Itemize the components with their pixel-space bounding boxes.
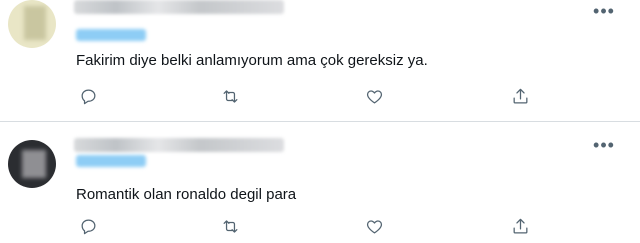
reply-icon <box>81 89 95 104</box>
replying-to-line-redacted <box>76 26 263 42</box>
tweet-text: Romantik olan ronaldo degil para <box>76 186 297 203</box>
share-button[interactable] <box>508 84 532 108</box>
tweet-text: Fakirim diye belki anlamıyorum ama çok g… <box>76 52 428 69</box>
more-options-button[interactable]: ••• <box>592 136 616 158</box>
like-button[interactable] <box>362 214 386 238</box>
redacted-reply-text <box>154 153 263 169</box>
redacted-mention <box>76 155 146 168</box>
tweet-actions <box>72 214 532 238</box>
retweet-icon <box>223 89 237 103</box>
like-button[interactable] <box>362 84 386 108</box>
reply-icon <box>81 219 95 234</box>
avatar[interactable] <box>8 140 56 188</box>
reply-button[interactable] <box>76 84 100 108</box>
redacted-user-name <box>74 137 284 152</box>
retweet-icon <box>223 219 237 233</box>
redacted-reply-text <box>154 27 263 43</box>
share-icon <box>513 218 527 233</box>
retweet-button[interactable] <box>218 84 242 108</box>
redacted-mention <box>76 29 146 42</box>
like-icon <box>366 89 382 103</box>
redacted-user-name <box>74 0 284 14</box>
avatar[interactable] <box>8 0 56 48</box>
like-icon <box>366 219 382 233</box>
tweet[interactable]: ••• Fakirim diye belki anlamıyorum ama ç… <box>0 0 640 121</box>
tweet-header-redacted <box>74 0 284 16</box>
tweet-actions <box>72 84 532 108</box>
share-icon <box>513 88 527 103</box>
tweet[interactable]: ••• Romantik olan ronaldo degil para <box>0 122 640 243</box>
more-options-button[interactable]: ••• <box>592 2 616 24</box>
replying-to-line-redacted <box>76 152 263 168</box>
share-button[interactable] <box>508 214 532 238</box>
retweet-button[interactable] <box>218 214 242 238</box>
reply-button[interactable] <box>76 214 100 238</box>
